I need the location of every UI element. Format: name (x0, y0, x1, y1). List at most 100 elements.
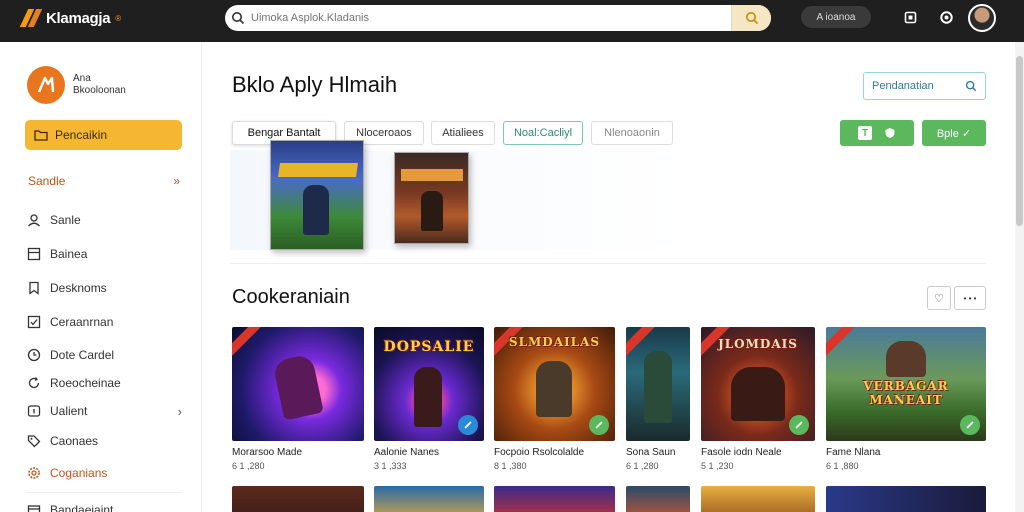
sidebar-item-1[interactable]: Bainea (26, 246, 182, 262)
game-card-image (232, 327, 364, 441)
game-card[interactable]: SLMDAILAS Focpoio Rsolcolalde 8 1 ,380 (494, 327, 615, 497)
logo-mark-icon (19, 8, 43, 28)
user-icon (26, 212, 42, 228)
tab-4[interactable]: Nlenoaonin (591, 121, 673, 145)
content-search[interactable]: Pendanatian (863, 72, 986, 100)
tab-label: Nloceroaos (356, 127, 412, 139)
top-bar: Klamagja ® A ioanoa (0, 0, 1024, 42)
global-search[interactable] (225, 5, 771, 31)
game-card-title: Fame Nlana (826, 447, 881, 458)
platform-badge-icon (960, 415, 980, 435)
sidebar-item-4[interactable]: Dote Cardel (26, 347, 182, 363)
sale-ribbon (232, 327, 264, 360)
game-card-partial[interactable] (374, 486, 484, 512)
section-label: Sandle (28, 174, 66, 188)
section-title: Cookeraniain (232, 286, 350, 308)
sidebar-item-label: Bainea (50, 247, 88, 261)
page-scrollbar[interactable] (1015, 42, 1024, 512)
favorite-button[interactable]: ♡ (927, 286, 951, 310)
game-card-image: JLOMDAIS (701, 327, 815, 441)
account-button[interactable]: A ioanoa (801, 6, 871, 28)
list-icon (26, 246, 42, 262)
tab-label: Noal:Cacliyl (513, 127, 573, 139)
sidebar-item-label: Coganians (50, 466, 108, 480)
sidebar-item-9[interactable]: Bandaeiaint (26, 502, 182, 512)
sidebar-item-0[interactable]: Sanle (26, 212, 182, 228)
game-card-title: Morarsoo Made (232, 447, 303, 458)
game-card-title: Sona Saun (626, 447, 676, 458)
game-art-title: DOPSALIE (383, 339, 475, 355)
sidebar-item-primary[interactable]: Pencaikin (25, 120, 182, 150)
sidebar-item-label: Sanle (50, 213, 81, 227)
game-card-title: Aalonie Nanes (374, 447, 440, 458)
game-card[interactable]: DOPSALIE Aalonie Nanes 3 1 ,333 (374, 327, 484, 497)
more-options-button[interactable]: • • • (954, 286, 986, 310)
section-chevron-icon: » (173, 174, 180, 188)
sidebar: Ana Bkooloonan Pencaikin Sandle » Sanle … (0, 42, 202, 512)
view-toggle-button[interactable]: T (840, 120, 914, 146)
game-card-title: Fasole iodn Neale (701, 447, 782, 458)
tab-label: Atialiees (442, 127, 484, 139)
app-logo[interactable]: Klamagja ® (19, 8, 121, 28)
sidebar-section-header[interactable]: Sandle » (28, 174, 180, 188)
tab-2[interactable]: Atialiees (431, 121, 495, 145)
page-title: Bklo Aply Hlmaih (232, 72, 398, 97)
more-icon: • • • (963, 293, 977, 303)
profile-text: Ana Bkooloonan (73, 73, 126, 97)
search-input[interactable] (251, 12, 731, 24)
sidebar-item-label: Bandaeiaint (50, 503, 114, 512)
search-icon (965, 80, 977, 92)
featured-game-box-2[interactable] (394, 152, 469, 244)
game-card-partial[interactable] (494, 486, 615, 512)
featured-game-box-1[interactable] (270, 140, 364, 250)
game-card-image: SLMDAILAS (494, 327, 615, 441)
sidebar-item-7[interactable]: Caonaes (26, 433, 182, 449)
game-art-title: SLMDAILAS (508, 335, 601, 349)
square-icon[interactable] (902, 9, 918, 25)
game-card-price: 6 1 ,280 (232, 461, 265, 471)
game-card-partial[interactable] (232, 486, 364, 512)
game-card-partial[interactable] (701, 486, 815, 512)
text-icon: T (858, 126, 872, 140)
game-card-partial[interactable] (826, 486, 986, 512)
game-card-partial[interactable] (626, 486, 690, 512)
game-art-figure (644, 351, 672, 423)
sidebar-item-label: Ceraanrnan (50, 315, 114, 329)
avatar[interactable] (968, 4, 996, 32)
folder-icon (33, 127, 49, 143)
sidebar-item-3[interactable]: Ceraanrnan (26, 314, 182, 330)
tab-label: Bengar Bantalt (247, 127, 321, 139)
chevron-right-icon: › (177, 403, 182, 419)
game-card[interactable]: JLOMDAIS Fasole iodn Neale 5 1 ,230 (701, 327, 815, 497)
sidebar-item-5[interactable]: Roeocheinae (26, 375, 182, 391)
check-square-icon (26, 314, 42, 330)
platform-badge-icon (458, 415, 478, 435)
apply-button[interactable]: Bple ✓ (922, 120, 986, 146)
sidebar-divider (26, 492, 182, 493)
info-icon (26, 403, 42, 419)
sidebar-profile[interactable]: Ana Bkooloonan (27, 66, 126, 104)
game-card[interactable]: VERBAGAR MANEAIT Fame Nlana 6 1 ,880 (826, 327, 986, 497)
heart-icon: ♡ (934, 292, 944, 305)
sidebar-item-label: Pencaikin (55, 128, 108, 142)
account-button-label: A ioanoa (816, 11, 856, 23)
game-card[interactable]: Morarsoo Made 6 1 ,280 (232, 327, 364, 497)
bookmark-icon (26, 280, 42, 296)
game-card[interactable]: Sona Saun 6 1 ,280 (626, 327, 690, 497)
sidebar-item-6[interactable]: Ualient › (26, 403, 182, 419)
game-card-price: 8 1 ,380 (494, 461, 527, 471)
search-submit-button[interactable] (731, 5, 771, 31)
sidebar-item-2[interactable]: Desknoms (26, 280, 182, 296)
platform-badge-icon (589, 415, 609, 435)
tab-3[interactable]: Noal:Cacliyl (503, 121, 583, 145)
profile-line-2: Bkooloonan (73, 85, 126, 96)
scrollbar-thumb[interactable] (1016, 56, 1023, 226)
logo-text: Klamagja (46, 9, 111, 27)
tag-icon (26, 433, 42, 449)
game-art-title: VERBAGAR MANEAIT (863, 379, 949, 407)
game-card-image: DOPSALIE (374, 327, 484, 441)
settings-icon[interactable] (938, 9, 954, 25)
sidebar-item-8[interactable]: Coganians (26, 465, 182, 481)
game-card-image (626, 327, 690, 441)
sidebar-item-label: Caonaes (50, 434, 99, 448)
